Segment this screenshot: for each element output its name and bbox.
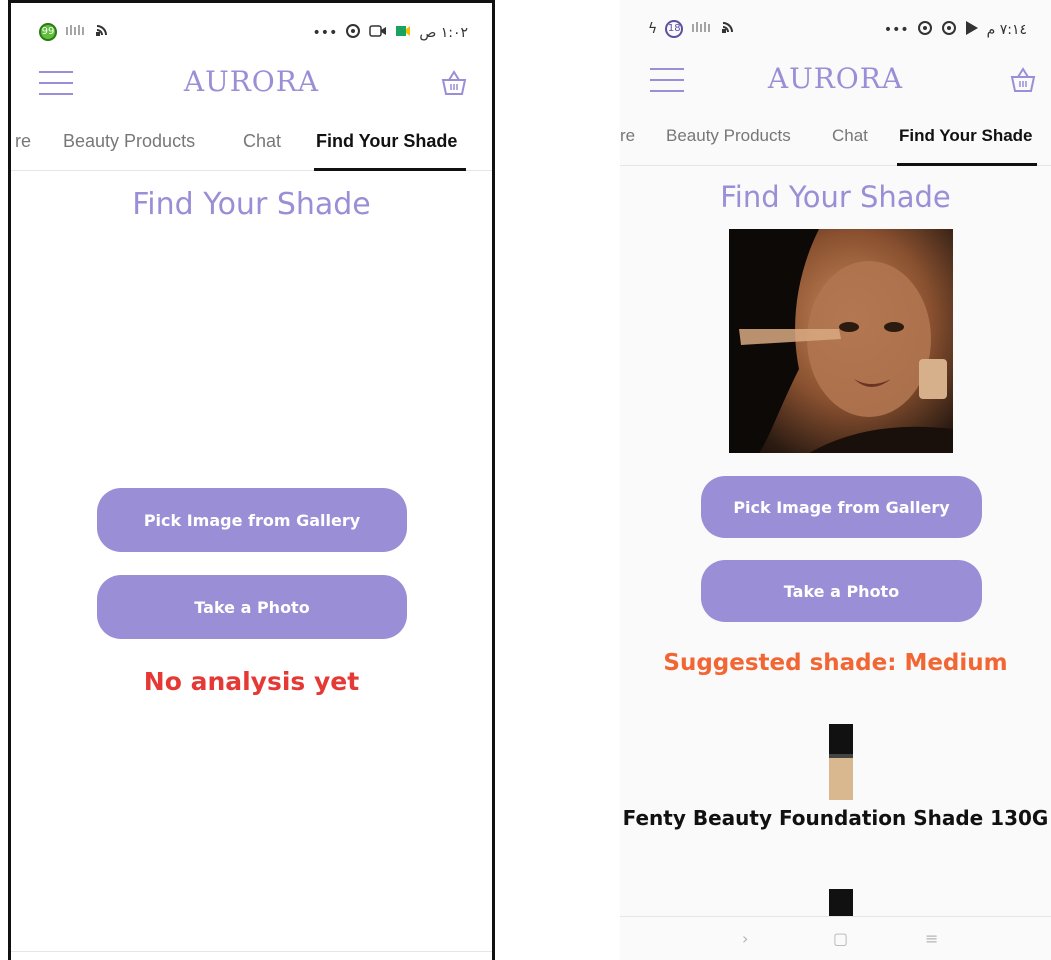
app-bar: AURORA	[620, 50, 1051, 110]
notification-badge: 18	[665, 20, 684, 38]
pick-gallery-button[interactable]: Pick Image from Gallery	[701, 476, 982, 538]
app-bar: AURORA	[11, 53, 492, 113]
signal-icon	[65, 23, 87, 41]
target-icon	[941, 20, 957, 40]
status-time: ٧:١٤ م	[986, 22, 1027, 38]
nav-recent-button[interactable]: ≡	[925, 929, 938, 948]
page-title: Find Your Shade	[720, 180, 951, 214]
nav-back-button[interactable]: ›	[742, 929, 748, 948]
app-logo: AURORA	[183, 65, 320, 98]
battery-badge: 99	[39, 23, 57, 41]
active-tab-indicator	[314, 168, 466, 171]
analysis-result: No analysis yet	[143, 667, 360, 696]
meet-icon	[395, 24, 411, 42]
foundation-bottle-image[interactable]	[829, 724, 853, 805]
tab-chat[interactable]: Chat	[243, 131, 281, 152]
basket-icon[interactable]	[1009, 66, 1037, 94]
tab-beauty-products[interactable]: Beauty Products	[666, 126, 791, 146]
target-icon	[917, 20, 933, 40]
phone-screen-right: ϟ 18 ••• ٧:١٤ م AURORA re Beauty Product…	[620, 0, 1051, 960]
tab-beauty-products[interactable]: Beauty Products	[63, 131, 195, 152]
product-name: Fenty Beauty Foundation Shade 130G	[622, 806, 1049, 830]
tab-find-your-shade[interactable]: Find Your Shade	[316, 131, 457, 152]
active-tab-indicator	[897, 163, 1037, 166]
tab-store[interactable]: re	[620, 126, 635, 146]
threads-icon	[345, 23, 361, 43]
nav-home-button[interactable]: ▢	[833, 929, 848, 948]
tab-chat[interactable]: Chat	[832, 126, 868, 146]
app-logo: AURORA	[767, 62, 904, 95]
page-title: Find Your Shade	[132, 187, 371, 222]
take-photo-button[interactable]: Take a Photo	[701, 560, 982, 622]
system-nav-bar: › ▢ ≡	[620, 916, 1051, 960]
wifi-icon	[95, 23, 113, 41]
status-bar: 99 ••• ١:٠٢ ص	[11, 3, 492, 53]
signal-icon	[691, 20, 713, 38]
tab-store[interactable]: re	[15, 131, 31, 152]
phone-screen-left: 99 ••• ١:٠٢ ص AURORA re Beauty Products …	[8, 0, 495, 960]
video-icon	[369, 24, 387, 42]
play-icon	[965, 20, 979, 40]
status-bar: ϟ 18 ••• ٧:١٤ م	[620, 0, 1051, 50]
basket-icon[interactable]	[440, 69, 468, 97]
selected-photo	[729, 229, 953, 453]
pick-gallery-button[interactable]: Pick Image from Gallery	[97, 488, 407, 552]
take-photo-button[interactable]: Take a Photo	[97, 575, 407, 639]
wifi-icon	[721, 20, 739, 38]
divider	[11, 951, 492, 952]
tab-find-your-shade[interactable]: Find Your Shade	[899, 126, 1033, 146]
more-dots: •••	[312, 25, 338, 41]
tab-bar: re Beauty Products Chat Find Your Shade	[620, 116, 1051, 166]
status-time: ١:٠٢ ص	[419, 25, 468, 41]
suggested-shade: Suggested shade: Medium	[663, 650, 1008, 676]
tab-bar: re Beauty Products Chat Find Your Shade	[11, 121, 492, 171]
more-dots: •••	[883, 22, 909, 38]
sig-icon: ϟ	[648, 21, 658, 37]
